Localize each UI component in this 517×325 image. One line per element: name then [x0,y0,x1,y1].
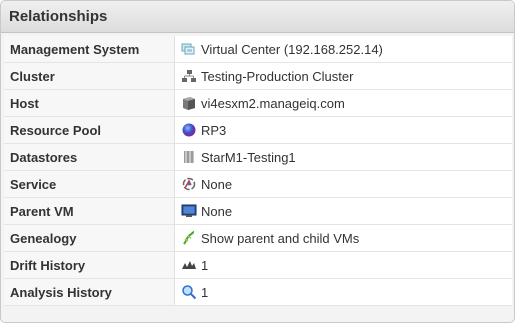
resource-pool-link[interactable]: RP3 [201,123,226,138]
row-label: Host [4,89,175,117]
row-label: Datastores [4,143,175,171]
cluster-icon [181,68,197,84]
cluster-link[interactable]: Testing-Production Cluster [201,69,353,84]
row-value-cell: None [174,170,512,198]
virtual-center-icon [181,41,197,57]
genealogy-icon [181,230,197,246]
row-value-cell[interactable]: 1 [174,251,512,279]
datastore-link[interactable]: StarM1-Testing1 [201,150,296,165]
table-row: Cluster Testing-Production Cluster [4,62,512,90]
row-value-cell[interactable]: 1 [174,278,512,306]
service-value: None [201,176,233,192]
analysis-search-icon [181,284,197,300]
table-row: Management System Virtual Center (192.16… [4,36,512,63]
table-row: Resource Pool RP3 [4,116,512,144]
row-label: Analysis History [4,278,175,306]
row-label: Service [4,170,175,198]
row-label: Drift History [4,251,175,279]
row-value-cell[interactable]: StarM1-Testing1 [174,143,512,171]
datastore-icon [181,149,197,165]
row-label: Management System [4,36,175,63]
row-value-cell: None [174,197,512,225]
row-value-cell[interactable]: vi4esxm2.manageiq.com [174,89,512,117]
panel-title: Relationships [1,1,514,33]
row-label: Resource Pool [4,116,175,144]
drift-history-icon [181,257,197,273]
parent-vm-value: None [201,203,233,219]
table-row: Service None [4,170,512,198]
resource-pool-icon [181,122,197,138]
parent-vm-icon [181,203,197,219]
row-value-cell[interactable]: Virtual Center (192.168.252.14) [174,36,512,63]
analysis-history-link[interactable]: 1 [201,285,208,300]
table-row: Host vi4esxm2.manageiq.com [4,89,512,117]
table-row: Parent VM None [4,197,512,225]
management-system-link[interactable]: Virtual Center (192.168.252.14) [201,42,383,57]
row-label: Parent VM [4,197,175,225]
relationships-panel: Relationships Management System Virtual … [0,0,515,323]
table-row: Analysis History 1 [4,278,512,306]
genealogy-link[interactable]: Show parent and child VMs [201,231,359,246]
row-label: Cluster [4,62,175,90]
row-value-cell[interactable]: Testing-Production Cluster [174,62,512,90]
row-value-cell[interactable]: Show parent and child VMs [174,224,512,252]
table-row: Genealogy Show parent and child VMs [4,224,512,252]
drift-history-link[interactable]: 1 [201,258,208,273]
service-icon [181,176,197,192]
row-value-cell[interactable]: RP3 [174,116,512,144]
row-label: Genealogy [4,224,175,252]
table-row: Datastores StarM1-Testing1 [4,143,512,171]
relationships-table: Management System Virtual Center (192.16… [4,36,512,306]
host-link[interactable]: vi4esxm2.manageiq.com [201,96,345,111]
host-icon [181,95,197,111]
table-row: Drift History 1 [4,251,512,279]
